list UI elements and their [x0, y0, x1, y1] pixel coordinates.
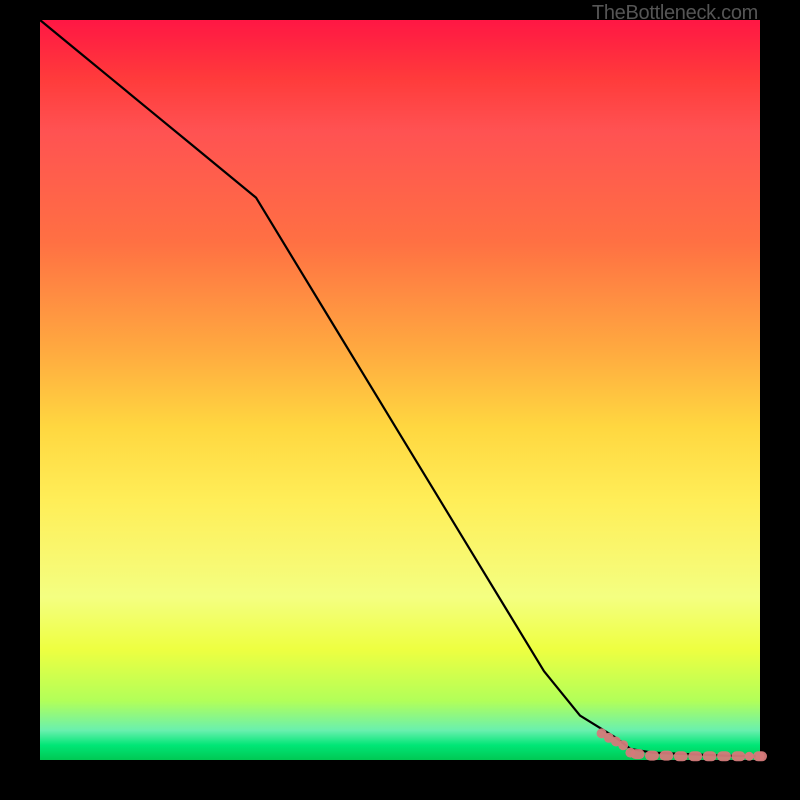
data-point: [659, 751, 673, 761]
data-points-group: [597, 728, 767, 761]
data-point: [717, 751, 731, 761]
data-point: [703, 751, 717, 761]
data-point: [674, 751, 688, 761]
data-point: [645, 751, 659, 761]
chart-frame: TheBottleneck.com: [0, 0, 800, 800]
data-point: [618, 740, 628, 750]
data-point: [745, 752, 754, 761]
data-point: [731, 751, 745, 761]
data-point: [688, 751, 702, 761]
chart-svg: [40, 20, 760, 760]
data-point: [631, 749, 645, 759]
watermark-text: TheBottleneck.com: [592, 2, 758, 25]
bottleneck-curve-line: [40, 20, 760, 756]
data-point: [756, 752, 765, 761]
